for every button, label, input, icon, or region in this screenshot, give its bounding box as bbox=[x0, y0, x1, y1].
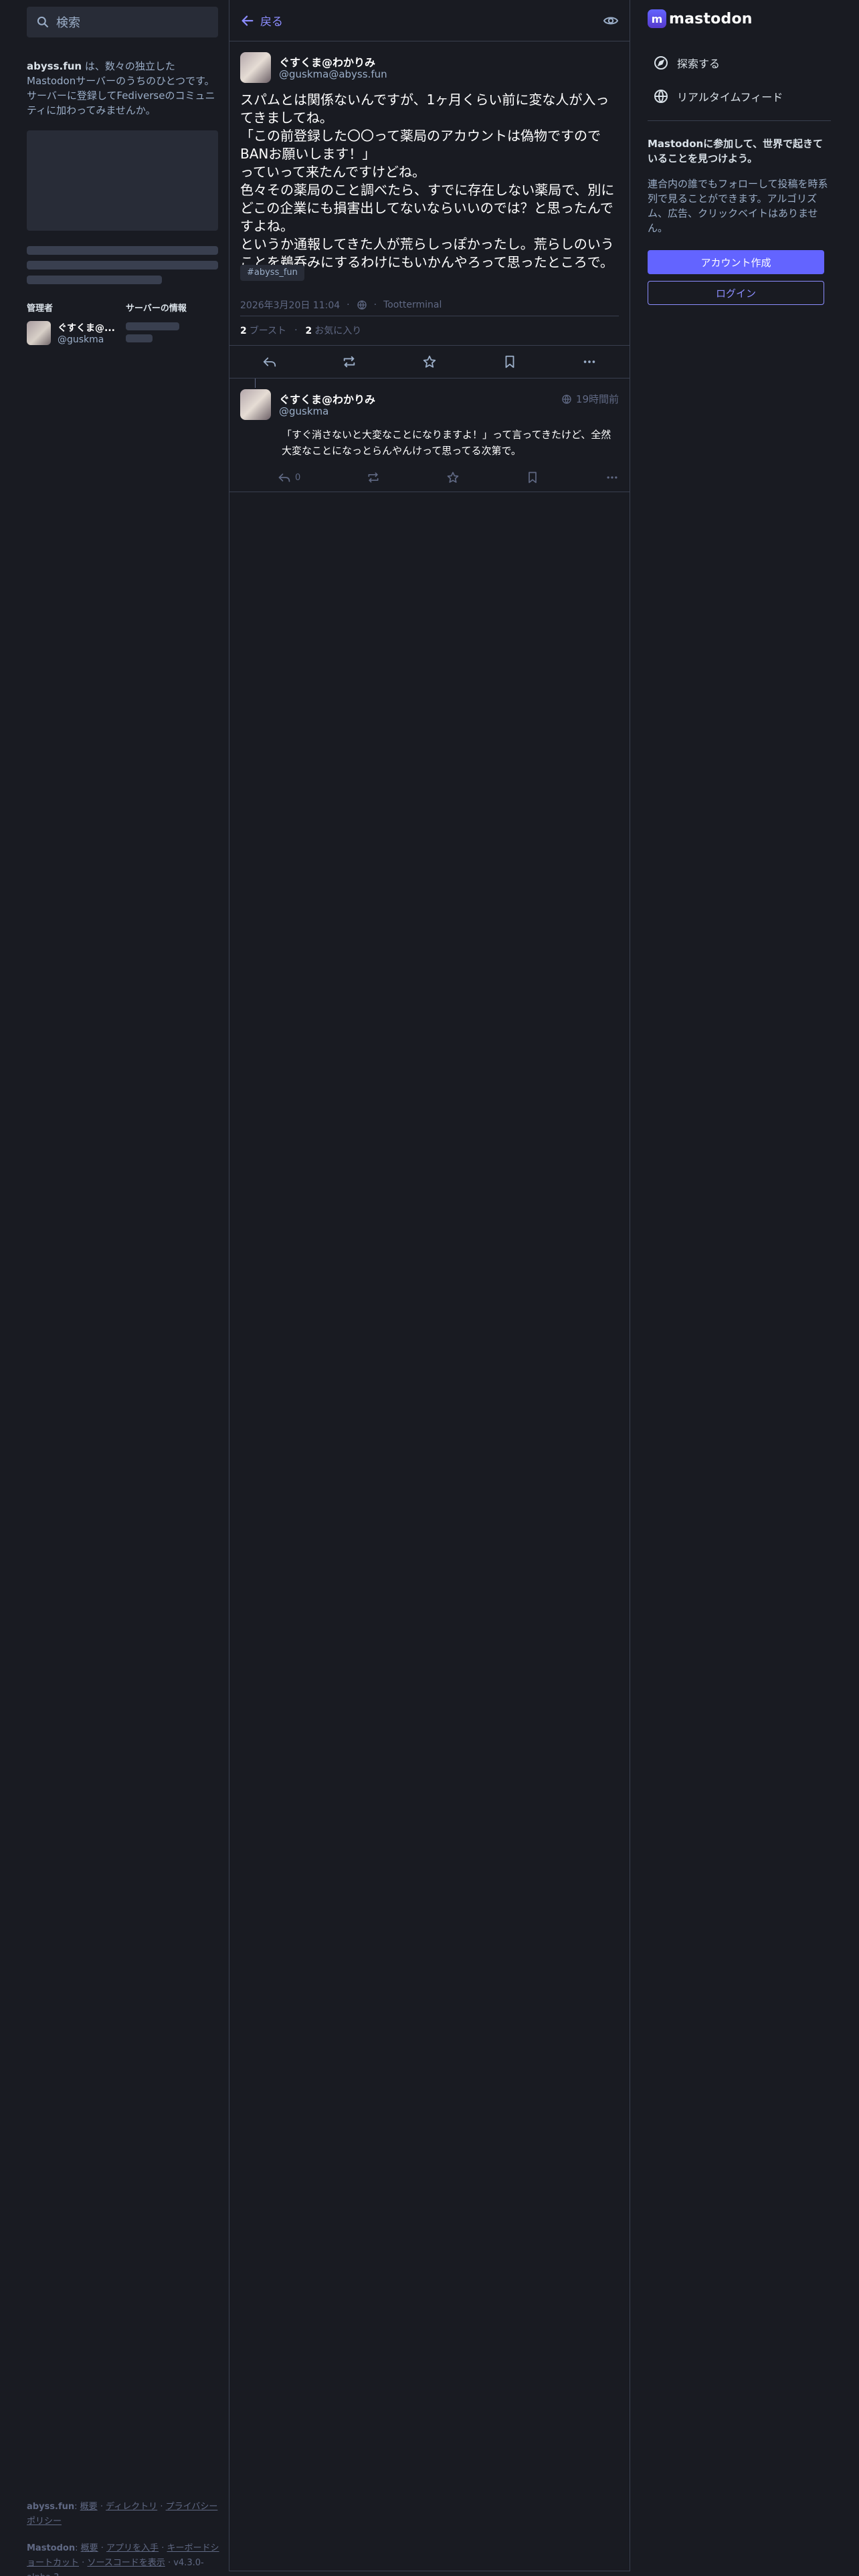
status-display-name[interactable]: ぐすくま@わかりみ bbox=[279, 53, 375, 70]
bookmark-icon bbox=[505, 355, 514, 368]
server-info-heading: サーバーの情報 bbox=[126, 304, 187, 314]
server-about: abyss.fun は、数々の独立したMastodonサーバーのうちのひとつです… bbox=[27, 59, 218, 118]
footer-mastodon-name: Mastodon bbox=[27, 2543, 76, 2553]
join-description: 連合内の誰でもフォローして投稿を時系列で見ることができます。アルゴリズム、広告、… bbox=[648, 178, 828, 234]
column-header: 戻る bbox=[229, 0, 630, 41]
globe-icon bbox=[357, 300, 367, 310]
logo-text: mastodon bbox=[669, 10, 753, 27]
search-placeholder: 検索 bbox=[56, 16, 80, 30]
reply-count: 0 bbox=[295, 472, 301, 483]
skeleton-line bbox=[27, 246, 218, 255]
reply-time[interactable]: 19時間前 bbox=[561, 392, 619, 406]
reply-more-button[interactable] bbox=[605, 471, 619, 484]
reply-icon bbox=[278, 473, 290, 482]
nav-live-feed-label: リアルタイムフィード bbox=[677, 91, 783, 104]
footer-server-links: abyss.fun: 概要 · ディレクトリ · プライバシーポリシー bbox=[27, 2502, 218, 2527]
join-heading: Mastodonに参加して、世界で起きていることを見つけよう。 bbox=[648, 138, 823, 165]
divider bbox=[648, 120, 831, 121]
footer-apps-link[interactable]: アプリを入手 bbox=[106, 2543, 159, 2553]
server-name: abyss.fun bbox=[27, 60, 82, 72]
server-hero-placeholder bbox=[27, 130, 218, 231]
reply-button[interactable] bbox=[254, 348, 286, 375]
more-icon bbox=[607, 476, 617, 479]
status-content: スパムとは関係ないんですが、1ヶ月くらい前に変な人が入ってきましてね。 「この前… bbox=[240, 92, 615, 270]
mastodon-logo[interactable]: m mastodon bbox=[648, 9, 753, 28]
footer-about2-link[interactable]: 概要 bbox=[81, 2543, 98, 2553]
status-avatar[interactable] bbox=[240, 52, 271, 83]
status-stats: 2 ブースト · 2 お気に入り bbox=[240, 324, 362, 337]
reply-bookmark-button[interactable] bbox=[526, 471, 539, 484]
star-icon bbox=[447, 471, 459, 483]
footer-directory-link[interactable]: ディレクトリ bbox=[106, 2502, 157, 2512]
reply-content: 「すぐ消さないと大変なことになりますよ！」って言ってきたけど、全然大変なことにな… bbox=[282, 429, 611, 457]
search-icon bbox=[37, 16, 49, 28]
reply-status[interactable]: ぐすくま@わかりみ @guskma 19時間前 「すぐ消さないと大変なことになり… bbox=[229, 379, 630, 492]
more-button[interactable] bbox=[573, 348, 605, 375]
sign-up-button[interactable]: アカウント作成 bbox=[648, 250, 824, 274]
status-app: Tootterminal bbox=[383, 300, 442, 310]
hashtag-chip[interactable]: #abyss_fun bbox=[240, 265, 304, 281]
globe-icon bbox=[562, 394, 571, 404]
eye-icon[interactable] bbox=[603, 13, 619, 29]
footer-source-link[interactable]: ソースコードを表示 bbox=[87, 2558, 165, 2568]
footer-about-link[interactable]: 概要 bbox=[80, 2502, 98, 2512]
login-button[interactable]: ログイン bbox=[648, 281, 824, 305]
admins-heading: 管理者 bbox=[27, 304, 54, 314]
boost-icon bbox=[368, 472, 379, 483]
boost-stat[interactable]: 2 ブースト bbox=[240, 324, 286, 337]
nav-explore-label: 探索する bbox=[677, 58, 721, 70]
favourite-button[interactable] bbox=[413, 348, 446, 375]
reply-acct: @guskma bbox=[279, 405, 329, 417]
reply-action-bar: 0 bbox=[278, 467, 619, 488]
nav-explore[interactable]: 探索する bbox=[653, 55, 720, 71]
arrow-left-icon bbox=[242, 15, 254, 26]
status-acct: @guskma@abyss.fun bbox=[279, 68, 387, 80]
boost-button[interactable] bbox=[333, 348, 365, 375]
main-column: 戻る ぐすくま@わかりみ @guskma@abyss.fun スパムとは関係ない… bbox=[229, 0, 630, 2571]
status-meta: 2026年3月20日 11:04 · · Tootterminal bbox=[240, 298, 442, 312]
footer-server-name: abyss.fun bbox=[27, 2502, 75, 2512]
reply-icon bbox=[263, 357, 276, 367]
star-icon bbox=[423, 355, 436, 368]
skeleton-line bbox=[27, 276, 162, 284]
admin-section: 管理者 サーバーの情報 ぐすくま@... @guskma bbox=[27, 301, 218, 345]
compass-icon bbox=[654, 56, 668, 70]
bookmark-icon bbox=[529, 471, 537, 484]
reply-boost-button[interactable] bbox=[367, 471, 380, 484]
skeleton-line bbox=[126, 322, 179, 330]
reply-relative-time: 19時間前 bbox=[575, 393, 619, 405]
admin-handle: @guskma bbox=[58, 334, 104, 345]
bookmark-button[interactable] bbox=[494, 348, 526, 375]
favourite-stat[interactable]: 2 お気に入り bbox=[306, 324, 362, 337]
skeleton-line bbox=[27, 261, 218, 270]
skeleton-line bbox=[126, 334, 153, 342]
status-date[interactable]: 2026年3月20日 11:04 bbox=[240, 298, 340, 312]
search-input[interactable]: 検索 bbox=[27, 7, 218, 37]
nav-live-feed[interactable]: リアルタイムフィード bbox=[653, 88, 783, 104]
back-label: 戻る bbox=[260, 15, 283, 29]
boost-icon bbox=[344, 356, 355, 368]
reply-reply-button[interactable]: 0 bbox=[278, 471, 300, 484]
thread-line bbox=[255, 379, 256, 388]
more-icon bbox=[583, 360, 595, 363]
mastodon-logo-icon: m bbox=[648, 9, 666, 28]
status-action-bar bbox=[229, 346, 630, 378]
back-button[interactable]: 戻る bbox=[240, 12, 283, 29]
admin-name[interactable]: ぐすくま@... bbox=[58, 321, 124, 334]
footer: abyss.fun: 概要 · ディレクトリ · プライバシーポリシー Mast… bbox=[27, 2500, 221, 2576]
globe-icon bbox=[654, 90, 668, 103]
admin-avatar[interactable] bbox=[27, 321, 51, 345]
reply-avatar[interactable] bbox=[240, 389, 271, 420]
reply-display-name[interactable]: ぐすくま@わかりみ bbox=[279, 391, 375, 407]
reply-favourite-button[interactable] bbox=[446, 471, 460, 484]
footer-mastodon-links: Mastodon: 概要 · アプリを入手 · キーボードショートカット · ソ… bbox=[27, 2541, 221, 2576]
